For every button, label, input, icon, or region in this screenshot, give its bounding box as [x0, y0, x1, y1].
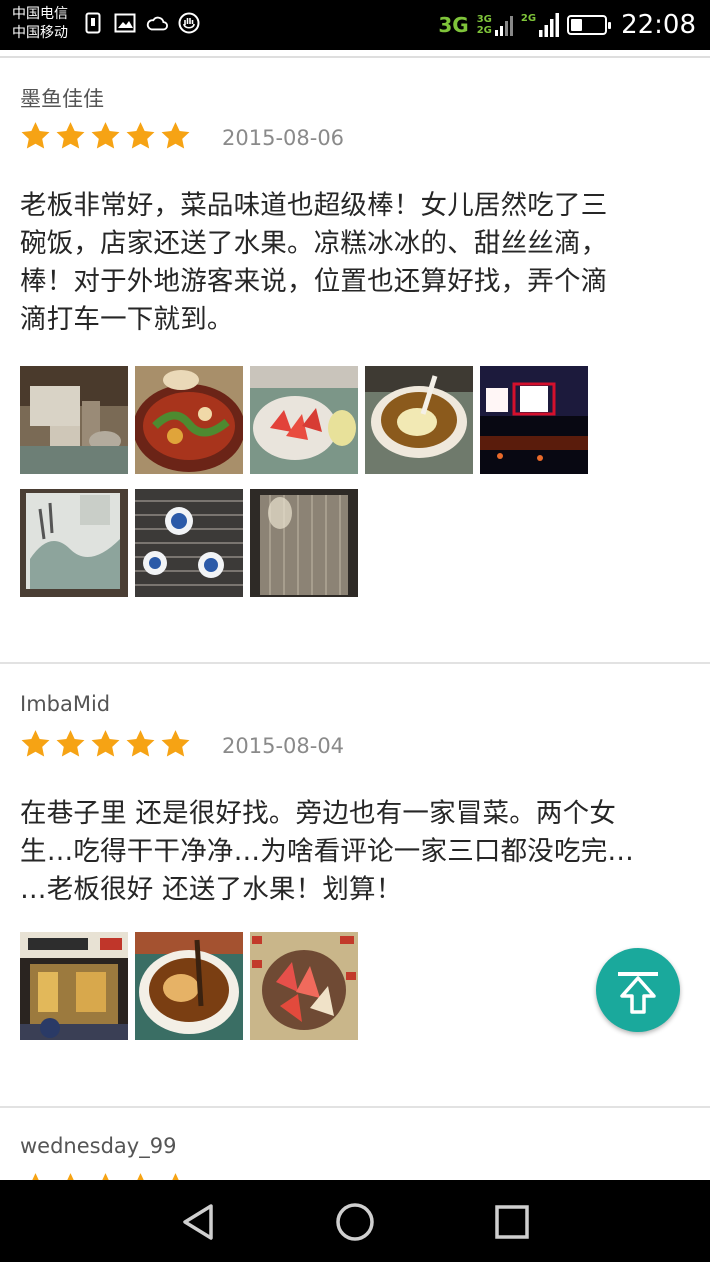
review-text-line: 滴打车一下就到。	[20, 304, 234, 335]
network-a-label: 3G	[476, 14, 492, 25]
review-text-line: 碗饭，店家还送了水果。凉糕冰冰的、甜丝丝滴，	[20, 228, 608, 259]
star-icon	[21, 730, 50, 757]
carrier-label-1: 中国电信	[12, 6, 68, 22]
signal-icon-1: 3G 2G	[477, 14, 513, 36]
review-text-line: 棒！对于外地游客来说，位置也还算好找，弄个滴	[20, 266, 608, 297]
review-photo[interactable]	[20, 489, 128, 597]
battery-icon	[567, 15, 612, 35]
star-icon	[161, 122, 190, 149]
network-b-label: 2G	[476, 25, 492, 36]
star-icon	[91, 122, 120, 149]
star-icon	[32, 1173, 39, 1180]
navigation-bar	[0, 1180, 710, 1262]
signal-icon-2: 2G	[520, 13, 560, 37]
rating-stars	[20, 1172, 191, 1180]
carrier-label-2: 中国移动	[12, 25, 68, 41]
review-photo[interactable]	[135, 366, 243, 474]
review-photo[interactable]	[480, 366, 588, 474]
review-photo[interactable]	[20, 932, 128, 1040]
star-icon	[161, 730, 190, 757]
review-photo[interactable]	[250, 489, 358, 597]
home-button[interactable]	[333, 1200, 377, 1244]
review-date: 2015-08-04	[222, 734, 345, 758]
network-c-label: 2G	[520, 13, 537, 24]
back-icon	[183, 1204, 213, 1240]
review-photos	[20, 932, 588, 1040]
review-text-line: 在巷子里 还是很好找。旁边也有一家冒菜。两个女	[20, 798, 617, 829]
recents-button[interactable]	[490, 1200, 534, 1244]
review-text: 老板非常好，菜品味道也超级棒！女儿居然吃了三 碗饭，店家还送了水果。凉糕冰冰的、…	[20, 187, 696, 339]
battery-level-fill	[571, 19, 583, 31]
image-icon	[114, 11, 136, 35]
review-photo[interactable]	[135, 932, 243, 1040]
review-text-line: …老板很好 还送了水果！划算！	[20, 874, 403, 905]
review-text-line: 老板非常好，菜品味道也超级棒！女儿居然吃了三	[20, 190, 608, 221]
star-icon	[56, 730, 85, 757]
review-photo[interactable]	[20, 366, 128, 474]
review-username: 墨鱼佳佳	[20, 87, 104, 111]
star-icon	[126, 730, 155, 757]
star-icon	[102, 1173, 109, 1180]
network-type-label: 3G	[438, 13, 469, 37]
star-icon	[137, 1173, 144, 1180]
review-text: 在巷子里 还是很好找。旁边也有一家冒菜。两个女 生…吃得干干净净…为啥看评论一家…	[20, 795, 696, 909]
review-photo[interactable]	[365, 366, 473, 474]
sim-icon	[82, 11, 104, 35]
status-bar: 中国电信 中国移动 3G 3G 2G 2G 22:08	[0, 0, 710, 50]
recents-icon	[495, 1205, 529, 1239]
rating-stars	[20, 729, 191, 759]
carrier-info: 中国电信 中国移动	[12, 5, 68, 43]
back-to-top-button[interactable]	[596, 948, 680, 1032]
review-username: wednesday_99	[20, 1134, 177, 1158]
rating-stars	[20, 121, 191, 151]
home-icon	[336, 1203, 374, 1241]
star-icon	[67, 1173, 74, 1180]
review-photos	[20, 366, 588, 597]
divider	[0, 56, 710, 58]
star-icon	[56, 122, 85, 149]
review-photo[interactable]	[250, 366, 358, 474]
review-username: ImbaMid	[20, 692, 111, 716]
review-photo[interactable]	[135, 489, 243, 597]
divider	[0, 662, 710, 664]
back-button[interactable]	[176, 1200, 220, 1244]
clock: 22:08	[621, 10, 696, 40]
divider	[0, 1106, 710, 1108]
star-icon	[21, 122, 50, 149]
cloud-icon	[146, 11, 168, 35]
star-icon	[126, 122, 155, 149]
review-text-line: 生…吃得干干净净…为啥看评论一家三口都没吃完…	[20, 836, 635, 867]
review-photo[interactable]	[250, 932, 358, 1040]
review-date: 2015-08-06	[222, 126, 345, 150]
star-icon	[91, 730, 120, 757]
hand-icon	[178, 11, 200, 35]
back-to-top-icon	[618, 972, 658, 1014]
star-icon	[172, 1173, 179, 1180]
